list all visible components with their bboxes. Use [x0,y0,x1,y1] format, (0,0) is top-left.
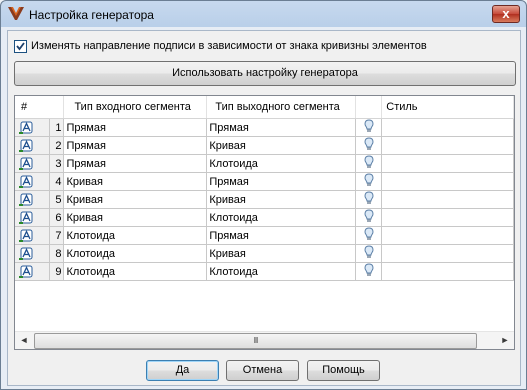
row-number: 6 [49,208,65,227]
lightbulb-icon[interactable] [355,208,383,227]
style-cell[interactable] [381,244,514,263]
text-label-icon [15,190,51,209]
output-segment-cell[interactable]: Прямая [206,172,357,191]
lightbulb-icon[interactable] [355,154,383,173]
lightbulb-icon[interactable] [355,190,383,209]
row-number: 4 [49,172,65,191]
text-label-icon [15,172,51,191]
row-number: 1 [49,118,65,137]
style-cell[interactable] [381,226,514,245]
style-cell[interactable] [381,136,514,155]
table-row[interactable]: 7 Клотоида Прямая [15,226,514,245]
style-cell[interactable] [381,172,514,191]
change-direction-label: Изменять направление подписи в зависимос… [31,40,427,52]
scroll-left-icon[interactable]: ◄ [16,333,32,348]
text-label-icon [15,154,51,173]
text-label-icon [15,226,51,245]
segments-grid: # Тип входного сегмента Тип выходного се… [14,95,515,350]
table-row[interactable]: 3 Прямая Клотоида [15,154,514,173]
input-segment-cell[interactable]: Прямая [63,118,208,137]
text-label-icon [15,262,51,281]
text-label-icon [15,136,51,155]
input-segment-cell[interactable]: Кривая [63,172,208,191]
table-row[interactable]: 6 Кривая Клотоида [15,208,514,227]
help-button[interactable]: Помощь [307,360,380,381]
input-segment-cell[interactable]: Прямая [63,136,208,155]
input-segment-cell[interactable]: Прямая [63,154,208,173]
output-segment-cell[interactable]: Кривая [206,244,357,263]
checkmark-icon [16,41,25,50]
horizontal-scrollbar[interactable]: ◄ III ► [15,331,514,349]
dialog-client-area: Изменять направление подписи в зависимос… [7,30,521,386]
lightbulb-icon[interactable] [355,226,383,245]
table-row[interactable]: 4 Кривая Прямая [15,172,514,191]
input-segment-cell[interactable]: Кривая [63,190,208,209]
row-number: 8 [49,244,65,263]
output-segment-cell[interactable]: Прямая [206,226,357,245]
style-cell[interactable] [381,262,514,281]
segments-table: # Тип входного сегмента Тип выходного се… [15,96,514,281]
table-row[interactable]: 8 Клотоида Кривая [15,244,514,263]
lightbulb-icon[interactable] [355,244,383,263]
style-cell[interactable] [381,154,514,173]
style-cell[interactable] [381,118,514,137]
lightbulb-icon[interactable] [355,118,383,137]
output-segment-cell[interactable]: Клотоида [206,154,357,173]
input-segment-cell[interactable]: Клотоида [63,262,208,281]
style-cell[interactable] [381,208,514,227]
ok-button[interactable]: Да [146,360,219,381]
close-button[interactable]: x [492,5,520,23]
table-row[interactable]: 5 Кривая Кривая [15,190,514,209]
output-segment-cell[interactable]: Клотоида [206,262,357,281]
text-label-icon [15,208,51,227]
output-segment-cell[interactable]: Клотоида [206,208,357,227]
app-logo-icon [8,7,24,21]
column-header-blank[interactable] [355,96,383,119]
lightbulb-icon[interactable] [355,262,383,281]
text-label-icon [15,244,51,263]
change-direction-checkbox[interactable] [14,39,27,53]
row-number: 3 [49,154,65,173]
style-cell[interactable] [381,190,514,209]
output-segment-cell[interactable]: Кривая [206,136,357,155]
table-row[interactable]: 1 Прямая Прямая [15,118,514,137]
scroll-right-icon[interactable]: ► [497,333,513,348]
table-row[interactable]: 9 Клотоида Клотоида [15,262,514,281]
column-header-number[interactable]: # [15,96,65,119]
column-header-output-segment[interactable]: Тип выходного сегмента [206,96,357,119]
lightbulb-icon[interactable] [355,136,383,155]
lightbulb-icon[interactable] [355,172,383,191]
input-segment-cell[interactable]: Клотоида [63,226,208,245]
row-number: 9 [49,262,65,281]
input-segment-cell[interactable]: Клотоида [63,244,208,263]
scrollbar-thumb[interactable]: III [34,333,477,349]
text-label-icon [15,118,51,137]
output-segment-cell[interactable]: Кривая [206,190,357,209]
grid-body: 1 Прямая Прямая 2 Прямая Кривая 3 Прямая Клотоид… [15,118,514,281]
table-row[interactable]: 2 Прямая Кривая [15,136,514,155]
title-bar[interactable]: Настройка генератора x [1,1,526,28]
grid-header: # Тип входного сегмента Тип выходного се… [15,96,514,119]
output-segment-cell[interactable]: Прямая [206,118,357,137]
change-direction-option[interactable]: Изменять направление подписи в зависимос… [14,39,427,53]
row-number: 5 [49,190,65,209]
window-title: Настройка генератора [29,8,154,22]
cancel-button[interactable]: Отмена [226,360,299,381]
dialog-window: Настройка генератора x Изменять направле… [0,0,527,390]
column-header-style[interactable]: Стиль [381,96,514,119]
row-number: 7 [49,226,65,245]
use-generator-settings-button[interactable]: Использовать настройку генератора [14,61,516,86]
column-header-input-segment[interactable]: Тип входного сегмента [63,96,208,119]
input-segment-cell[interactable]: Кривая [63,208,208,227]
row-number: 2 [49,136,65,155]
